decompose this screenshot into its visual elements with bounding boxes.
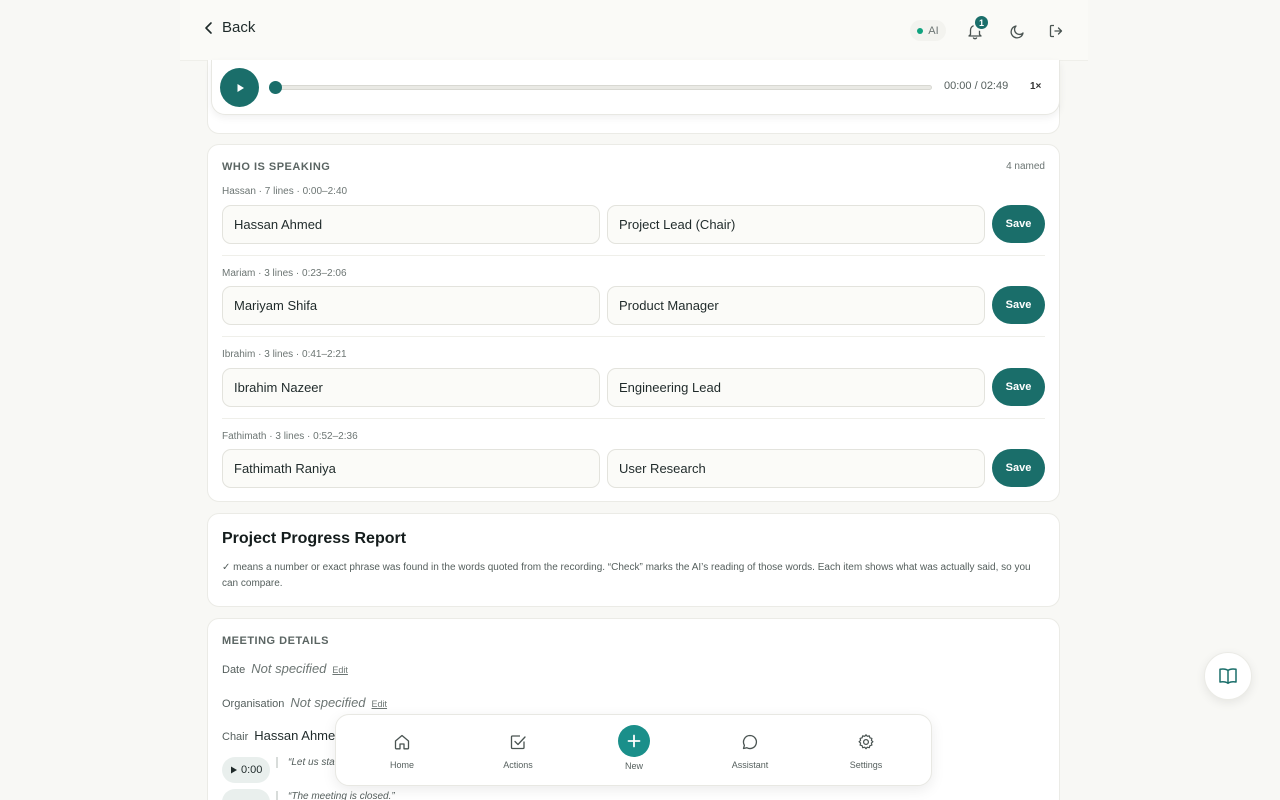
ai-status-dot: [917, 27, 924, 34]
speaker-role-input[interactable]: Engineering Lead: [607, 368, 985, 407]
ai-status-badge: AI: [910, 20, 946, 41]
divider: [222, 255, 1045, 256]
divider: [222, 336, 1045, 337]
book-icon: [1217, 665, 1239, 687]
theme-toggle-button[interactable]: [1007, 20, 1029, 42]
logout-button[interactable]: [1045, 20, 1067, 42]
time-display: 00:00 / 02:49: [944, 80, 1009, 92]
chair-value: Hassan Ahmed: [254, 728, 343, 743]
speakers-title: WHO IS SPEAKING: [222, 161, 331, 173]
speaker-name-input[interactable]: Fathimath Raniya: [222, 449, 600, 488]
speaker-meta: Fathimath · 3 lines · 0:52–2:36: [222, 431, 358, 442]
moon-icon: [1010, 23, 1026, 39]
play-button[interactable]: [220, 68, 259, 107]
speaker-role-input[interactable]: Product Manager: [607, 286, 985, 325]
playback-speed-button[interactable]: 1×: [1030, 81, 1041, 92]
report-card: Project Progress Report ✓ means a number…: [207, 513, 1060, 607]
save-button[interactable]: Save: [992, 368, 1045, 406]
report-title: Project Progress Report: [222, 530, 407, 547]
date-value: Not specified: [251, 661, 327, 676]
chat-icon: [741, 733, 759, 751]
nav-home[interactable]: Home: [352, 715, 452, 787]
chair-label: Chair: [222, 731, 249, 743]
nav-new[interactable]: New: [584, 715, 684, 787]
nav-label: Actions: [503, 760, 533, 770]
notification-count-badge: 1: [973, 14, 990, 31]
speaker-name-input[interactable]: Ibrahim Nazeer: [222, 368, 600, 407]
divider: [222, 418, 1045, 419]
quote-timestamp-button[interactable]: [222, 789, 270, 800]
top-header: Back AI 1: [180, 0, 1088, 61]
date-label: Date: [222, 664, 246, 676]
speaker-name-input[interactable]: Mariyam Shifa: [222, 286, 600, 325]
speaker-role-input[interactable]: User Research: [607, 449, 985, 488]
meeting-details-title: MEETING DETAILS: [222, 635, 329, 647]
report-description: ✓ means a number or exact phrase was fou…: [222, 562, 1031, 589]
speaker-role-input[interactable]: Project Lead (Chair): [607, 205, 985, 244]
edit-organisation-link[interactable]: Edit: [372, 699, 388, 709]
save-button[interactable]: Save: [992, 449, 1045, 487]
speaker-meta: Mariam · 3 lines · 0:23–2:06: [222, 268, 347, 279]
back-button[interactable]: Back: [202, 19, 255, 36]
chair-row: Chair Hassan Ahmed: [222, 728, 342, 743]
nav-label: Assistant: [731, 760, 769, 770]
quote-timestamp: 0:00: [241, 764, 263, 776]
audio-player: 00:00 / 02:49 1×: [211, 60, 1060, 115]
seek-handle[interactable]: [269, 81, 282, 94]
nav-label: New: [624, 761, 643, 771]
nav-label: Home: [389, 760, 414, 770]
chevron-left-icon: [202, 21, 216, 35]
save-button[interactable]: Save: [992, 205, 1045, 243]
nav-label: Settings: [849, 760, 883, 770]
play-small-icon: [230, 766, 238, 774]
logout-icon: [1048, 23, 1064, 39]
quote-text: “The meeting is closed.”: [276, 791, 395, 800]
organisation-value: Not specified: [290, 695, 366, 710]
new-button[interactable]: [618, 725, 650, 757]
plus-icon: [627, 734, 641, 748]
organisation-label: Organisation: [222, 698, 285, 710]
guide-button[interactable]: [1204, 652, 1252, 700]
speaker-meta: Hassan · 7 lines · 0:00–2:40: [222, 186, 348, 197]
checkbox-icon: [509, 733, 527, 751]
nav-assistant[interactable]: Assistant: [700, 715, 800, 787]
speakers-count: 4 named: [1006, 161, 1045, 172]
organisation-row: Organisation Not specified Edit: [222, 695, 387, 710]
date-row: Date Not specified Edit: [222, 661, 348, 676]
edit-date-link[interactable]: Edit: [332, 665, 348, 675]
back-label: Back: [222, 19, 256, 36]
speaker-meta: Ibrahim · 3 lines · 0:41–2:21: [222, 349, 347, 360]
quote-timestamp-button[interactable]: 0:00: [222, 757, 271, 783]
home-icon: [393, 733, 411, 751]
nav-settings[interactable]: Settings: [816, 715, 916, 787]
ai-label: AI: [928, 24, 939, 37]
speakers-card: WHO IS SPEAKING 4 named Hassan · 7 lines…: [207, 144, 1060, 502]
save-button[interactable]: Save: [992, 286, 1045, 324]
seek-bar[interactable]: [274, 85, 932, 90]
play-icon: [234, 82, 246, 94]
speaker-name-input[interactable]: Hassan Ahmed: [222, 205, 600, 244]
quote-text: “Let us start: [276, 757, 341, 768]
nav-actions[interactable]: Actions: [468, 715, 568, 787]
bottom-navigation: Home Actions New Assistant Settings: [335, 714, 932, 786]
gear-icon: [857, 733, 875, 751]
